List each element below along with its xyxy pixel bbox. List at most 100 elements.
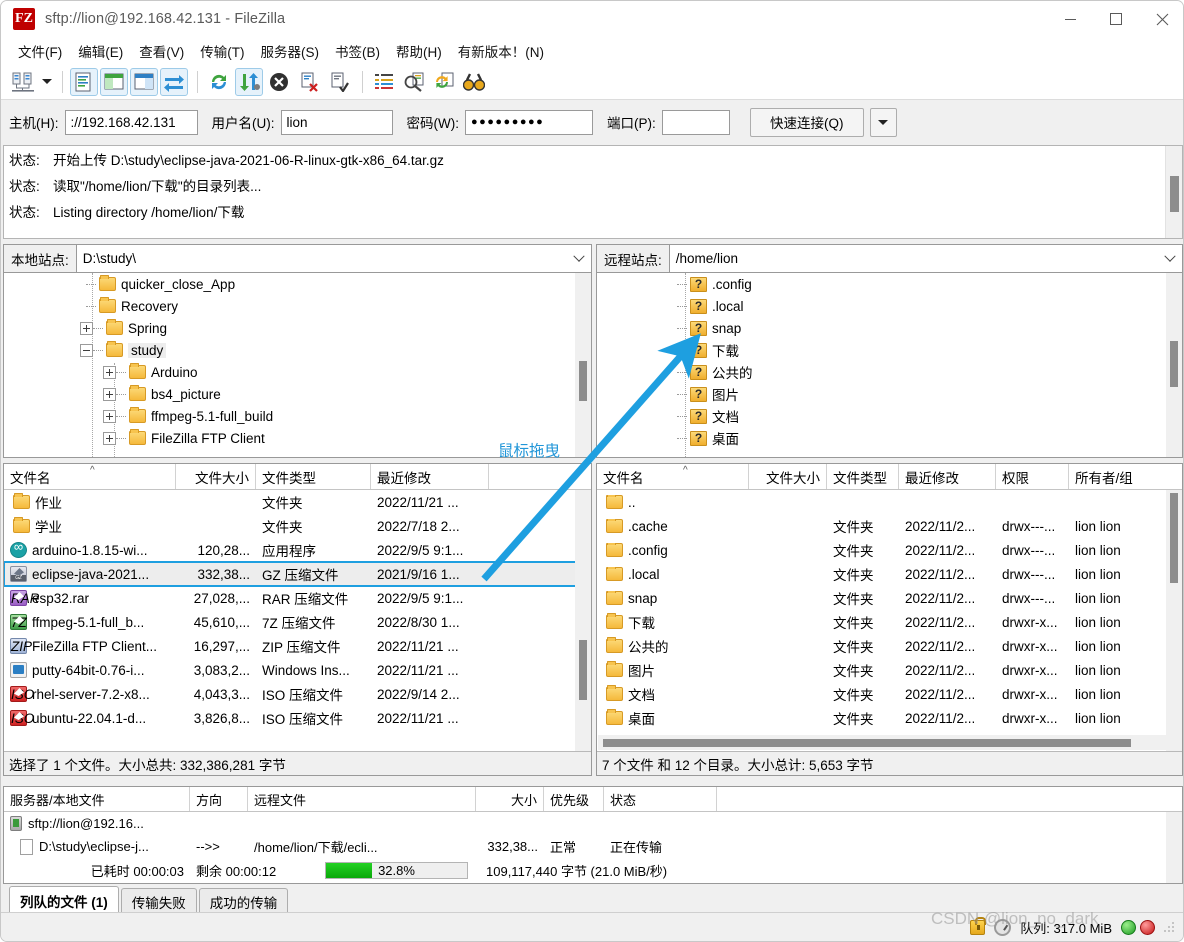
- local-tree-scrollbar[interactable]: [575, 273, 591, 457]
- maximize-button[interactable]: [1093, 1, 1139, 37]
- queue-server-row[interactable]: sftp://lion@192.16...: [4, 812, 1182, 835]
- cancel-operation-icon[interactable]: [265, 68, 293, 96]
- remote-site-dropdown-icon[interactable]: [1158, 245, 1182, 272]
- column-header-filetype[interactable]: 文件类型: [827, 464, 899, 489]
- table-row[interactable]: 作业 文件夹 2022/11/21 ...: [4, 490, 591, 514]
- refresh-icon[interactable]: [205, 68, 233, 96]
- disconnect-icon[interactable]: [295, 68, 323, 96]
- column-header-filename[interactable]: 文件名 ^: [4, 464, 176, 489]
- column-header-permissions[interactable]: 权限: [996, 464, 1069, 489]
- process-queue-icon[interactable]: [235, 67, 263, 96]
- scrollbar-thumb[interactable]: [579, 361, 587, 401]
- tab-queued-files[interactable]: 列队的文件 (1): [9, 886, 119, 914]
- local-directory-tree[interactable]: quicker_close_App Recovery Spring study: [4, 273, 591, 457]
- minimize-button[interactable]: [1047, 1, 1093, 37]
- table-row[interactable]: ISO rhel-server-7.2-x8... 4,043,3... ISO …: [4, 682, 591, 706]
- speed-limit-indicator[interactable]: [994, 918, 1012, 936]
- column-header-filesize[interactable]: 文件大小: [749, 464, 827, 489]
- table-row[interactable]: .local 文件夹 2022/11/2... drwx---... lion …: [597, 562, 1182, 586]
- message-log-scrollbar[interactable]: [1165, 146, 1182, 238]
- column-header-modified[interactable]: 最近修改: [371, 464, 489, 489]
- quick-connect-dropdown-icon[interactable]: [869, 107, 897, 137]
- reconnect-icon[interactable]: [325, 68, 353, 96]
- scrollbar-thumb[interactable]: [1170, 176, 1179, 212]
- table-row[interactable]: 下载 文件夹 2022/11/2... drwxr-x... lion lion: [597, 610, 1182, 634]
- toggle-message-log-icon[interactable]: [70, 67, 98, 96]
- scrollbar-thumb[interactable]: [579, 640, 587, 700]
- menu-server[interactable]: 服务器(S): [253, 39, 328, 63]
- scrollbar-thumb[interactable]: [1170, 341, 1178, 387]
- table-row[interactable]: putty-64bit-0.76-i... 3,083,2... Windows…: [4, 658, 591, 682]
- toggle-transfer-queue-icon[interactable]: [160, 67, 188, 96]
- column-header-size[interactable]: 大小: [476, 787, 544, 811]
- expand-icon[interactable]: [80, 321, 93, 335]
- table-row[interactable]: 7Z ffmpeg-5.1-full_b... 45,610,... 7Z 压缩文…: [4, 610, 591, 634]
- queue-transfer-row[interactable]: D:\study\eclipse-j... -->> /home/lion/下载…: [4, 835, 1182, 858]
- remote-tree-scrollbar[interactable]: [1166, 273, 1182, 457]
- menu-view[interactable]: 查看(V): [131, 39, 192, 63]
- remote-site-path[interactable]: /home/lion: [670, 245, 1158, 272]
- remote-list-scrollbar[interactable]: [1166, 490, 1182, 752]
- table-row[interactable]: 图片 文件夹 2022/11/2... drwxr-x... lion lion: [597, 658, 1182, 682]
- site-manager-icon[interactable]: [9, 68, 37, 96]
- local-list-scrollbar[interactable]: [575, 490, 591, 752]
- column-header-filename[interactable]: 文件名 ^: [597, 464, 749, 489]
- column-header-owner-group[interactable]: 所有者/组: [1069, 464, 1165, 489]
- username-input[interactable]: lion: [280, 109, 393, 135]
- table-row[interactable]: ISO ubuntu-22.04.1-d... 3,826,8... ISO 压缩…: [4, 706, 591, 730]
- table-row-selected[interactable]: GZ eclipse-java-2021... 332,38... GZ 压缩文件…: [4, 561, 591, 587]
- menu-file[interactable]: 文件(F): [10, 39, 70, 63]
- queue-rows[interactable]: sftp://lion@192.16... D:\study\eclipse-j…: [4, 812, 1182, 883]
- table-row[interactable]: 文档 文件夹 2022/11/2... drwxr-x... lion lion: [597, 682, 1182, 706]
- column-header-priority[interactable]: 优先级: [544, 787, 604, 811]
- close-button[interactable]: [1139, 1, 1183, 37]
- table-row[interactable]: ZIP FileZilla FTP Client... 16,297,... ZI…: [4, 634, 591, 658]
- table-row[interactable]: arduino-1.8.15-wi... 120,28... 应用程序 2022…: [4, 538, 591, 562]
- resize-grip-icon[interactable]: [1163, 921, 1175, 933]
- collapse-icon[interactable]: [80, 343, 93, 357]
- menu-edit[interactable]: 编辑(E): [70, 39, 131, 63]
- tab-failed-transfers[interactable]: 传输失败: [120, 888, 197, 914]
- secure-connection-indicator[interactable]: [970, 916, 987, 935]
- table-row[interactable]: ..: [597, 490, 1182, 514]
- column-header-direction[interactable]: 方向: [190, 787, 248, 811]
- column-header-modified[interactable]: 最近修改: [899, 464, 996, 489]
- scrollbar-thumb[interactable]: [603, 739, 1131, 747]
- table-row[interactable]: snap 文件夹 2022/11/2... drwx---... lion li…: [597, 586, 1182, 610]
- expand-icon[interactable]: [103, 409, 116, 423]
- table-row[interactable]: RAR esp32.rar 27,028,... RAR 压缩文件 2022/9/…: [4, 586, 591, 610]
- toggle-local-tree-icon[interactable]: [100, 67, 128, 96]
- port-input[interactable]: [661, 109, 730, 135]
- table-row[interactable]: 公共的 文件夹 2022/11/2... drwxr-x... lion lio…: [597, 634, 1182, 658]
- local-site-dropdown-icon[interactable]: [567, 245, 591, 272]
- column-header-remote-file[interactable]: 远程文件: [248, 787, 476, 811]
- table-row[interactable]: 桌面 文件夹 2022/11/2... drwxr-x... lion lion: [597, 706, 1182, 730]
- password-input[interactable]: ●●●●●●●●●: [464, 109, 593, 135]
- menu-help[interactable]: 帮助(H): [388, 39, 450, 63]
- table-row[interactable]: 学业 文件夹 2022/7/18 2...: [4, 514, 591, 538]
- column-header-status[interactable]: 状态: [604, 787, 717, 811]
- scrollbar-thumb[interactable]: [1170, 493, 1178, 583]
- menu-new-version[interactable]: 有新版本！(N): [450, 39, 552, 63]
- synchronized-browsing-icon[interactable]: [430, 68, 458, 96]
- toggle-remote-tree-icon[interactable]: [130, 67, 158, 96]
- local-file-rows[interactable]: 作业 文件夹 2022/11/21 ... 学业 文件夹 2022/7/18 2…: [4, 490, 591, 752]
- menu-transfer[interactable]: 传输(T): [192, 39, 252, 63]
- search-remote-files-icon[interactable]: [460, 68, 488, 96]
- column-header-filesize[interactable]: 文件大小: [176, 464, 256, 489]
- compare-directories-icon[interactable]: [400, 68, 428, 96]
- remote-file-rows[interactable]: .. .cache 文件夹 2022/11/2... drwx---... li…: [597, 490, 1182, 752]
- tab-successful-transfers[interactable]: 成功的传输: [198, 888, 289, 914]
- table-row[interactable]: .config 文件夹 2022/11/2... drwx---... lion…: [597, 538, 1182, 562]
- quick-connect-button[interactable]: 快速连接(Q): [749, 107, 864, 137]
- expand-icon[interactable]: [103, 365, 116, 379]
- filter-icon[interactable]: [370, 68, 398, 96]
- expand-icon[interactable]: [103, 431, 116, 445]
- menu-bookmarks[interactable]: 书签(B): [327, 39, 388, 63]
- table-row[interactable]: .cache 文件夹 2022/11/2... drwx---... lion …: [597, 514, 1182, 538]
- column-header-filetype[interactable]: 文件类型: [256, 464, 371, 489]
- expand-icon[interactable]: [103, 387, 116, 401]
- local-site-path[interactable]: D:\study\: [77, 245, 567, 272]
- column-header-server-local-file[interactable]: 服务器/本地文件: [4, 787, 190, 811]
- site-manager-dropdown-icon[interactable]: [39, 68, 55, 96]
